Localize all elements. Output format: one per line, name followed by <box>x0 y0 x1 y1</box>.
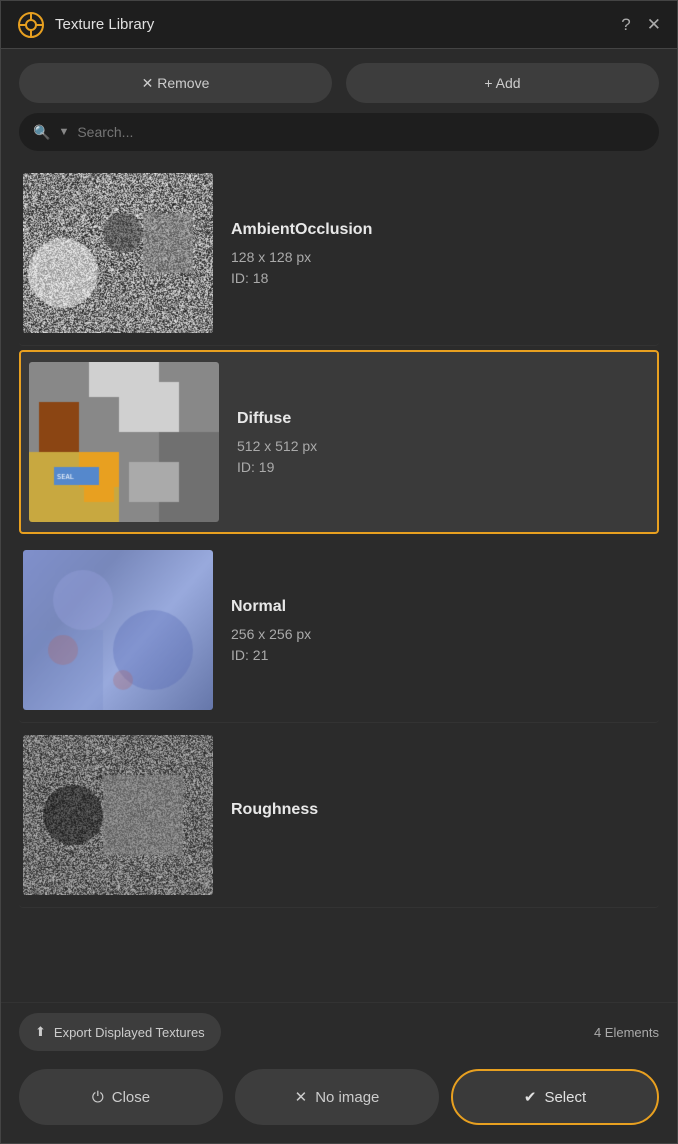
texture-size-normal: 256 x 256 px <box>231 626 655 642</box>
select-label: Select <box>544 1089 586 1106</box>
texture-thumb-diffuse <box>29 362 219 522</box>
close-window-button[interactable]: ✕ <box>647 15 661 35</box>
texture-item-normal[interactable]: Normal 256 x 256 px ID: 21 <box>19 538 659 723</box>
select-button[interactable]: ✔ Select <box>451 1069 659 1125</box>
search-input[interactable] <box>77 124 645 140</box>
texture-list: AmbientOcclusion 128 x 128 px ID: 18 Dif… <box>1 161 677 1002</box>
texture-info-diffuse: Diffuse 512 x 512 px ID: 19 <box>237 410 649 475</box>
elements-count: 4 Elements <box>594 1025 659 1040</box>
texture-item-ambient-occlusion[interactable]: AmbientOcclusion 128 x 128 px ID: 18 <box>19 161 659 346</box>
close-button[interactable]: ⏻ Close <box>19 1069 223 1125</box>
texture-id-diffuse: ID: 19 <box>237 459 649 475</box>
texture-id-normal: ID: 21 <box>231 647 655 663</box>
texture-size-diffuse: 512 x 512 px <box>237 438 649 454</box>
texture-info-ao: AmbientOcclusion 128 x 128 px ID: 18 <box>231 221 655 286</box>
texture-name-roughness: Roughness <box>231 801 655 819</box>
remove-button[interactable]: ✕ Remove <box>19 63 332 103</box>
export-button[interactable]: ⬆ Export Displayed Textures <box>19 1013 221 1051</box>
help-button[interactable]: ? <box>621 15 630 35</box>
search-icon: 🔍 <box>33 124 50 141</box>
no-image-label: No image <box>315 1089 379 1106</box>
texture-name-ao: AmbientOcclusion <box>231 221 655 239</box>
title-bar-actions: ? ✕ <box>621 15 661 35</box>
bottom-bar: ⏻ Close ✕ No image ✔ Select <box>1 1059 677 1143</box>
texture-thumb-roughness <box>23 735 213 895</box>
close-label: Close <box>112 1089 150 1106</box>
texture-item-roughness[interactable]: Roughness <box>19 723 659 908</box>
select-icon: ✔ <box>524 1088 537 1106</box>
export-icon: ⬆ <box>35 1024 46 1040</box>
texture-info-roughness: Roughness <box>231 801 655 829</box>
export-label: Export Displayed Textures <box>54 1025 205 1040</box>
footer-bar: ⬆ Export Displayed Textures 4 Elements <box>1 1002 677 1059</box>
no-image-button[interactable]: ✕ No image <box>235 1069 439 1125</box>
app-logo <box>17 11 45 39</box>
window-title: Texture Library <box>55 16 621 33</box>
texture-info-normal: Normal 256 x 256 px ID: 21 <box>231 598 655 663</box>
toolbar: ✕ Remove + Add <box>1 49 677 113</box>
texture-thumb-ao <box>23 173 213 333</box>
add-button[interactable]: + Add <box>346 63 659 103</box>
title-bar: Texture Library ? ✕ <box>1 1 677 49</box>
search-filter-arrow[interactable]: ▼ <box>58 126 69 138</box>
close-icon: ⏻ <box>92 1089 104 1106</box>
texture-size-ao: 128 x 128 px <box>231 249 655 265</box>
texture-name-normal: Normal <box>231 598 655 616</box>
no-image-icon: ✕ <box>295 1088 308 1106</box>
texture-item-diffuse[interactable]: Diffuse 512 x 512 px ID: 19 <box>19 350 659 534</box>
texture-name-diffuse: Diffuse <box>237 410 649 428</box>
texture-id-ao: ID: 18 <box>231 270 655 286</box>
texture-thumb-normal <box>23 550 213 710</box>
search-bar: 🔍 ▼ <box>19 113 659 151</box>
main-window: Texture Library ? ✕ ✕ Remove + Add 🔍 ▼ A… <box>0 0 678 1144</box>
